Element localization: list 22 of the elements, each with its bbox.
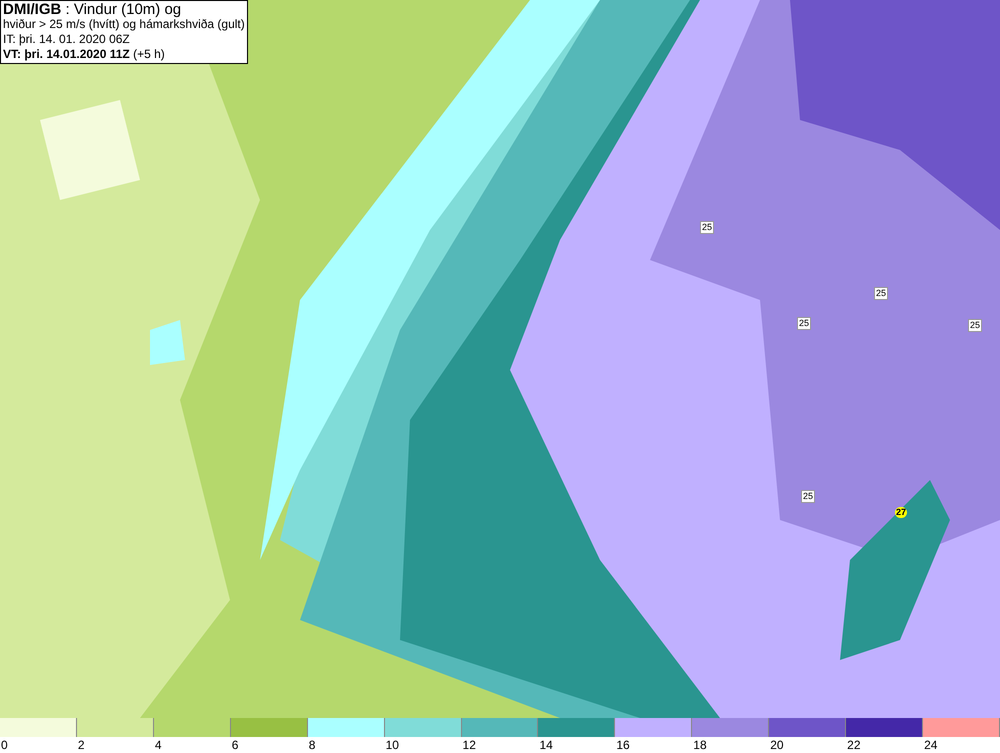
title-line: IT: þri. 14. 01. 2020 06Z	[3, 32, 131, 47]
legend-tick-label: 10	[384, 737, 400, 753]
title-line: VT: þri. 14.01.2020 11Z (+5 h)	[3, 47, 166, 62]
contour-label: 25	[874, 287, 888, 300]
title-line: hviður > 25 m/s (hvítt) og hámarkshviða (gult)	[3, 17, 245, 32]
legend-tick-label: 18	[692, 737, 708, 753]
legend-tick-label: 0	[0, 737, 9, 753]
contour-label: 25	[801, 490, 816, 503]
legend-tick-label: 8	[308, 737, 316, 753]
contour-label: 25	[797, 317, 812, 330]
legend-tick-label: 12	[462, 737, 477, 753]
contour-label: 25	[700, 221, 714, 234]
legend-tick-label: 4	[154, 737, 163, 753]
legend-tick-label: 2	[76, 737, 86, 753]
legend-tick-label: 22	[846, 737, 862, 753]
title-line: DMI/IGB : Vindur (10m) og	[3, 2, 182, 17]
legend-tick-label: 14	[538, 737, 554, 753]
legend-tick-label: 20	[769, 737, 785, 753]
legend-tick-label: 24	[923, 737, 938, 753]
legend-tick-label: 6	[230, 737, 240, 753]
legend-tick-label: 16	[615, 737, 631, 753]
contour-label: 25	[968, 319, 982, 332]
